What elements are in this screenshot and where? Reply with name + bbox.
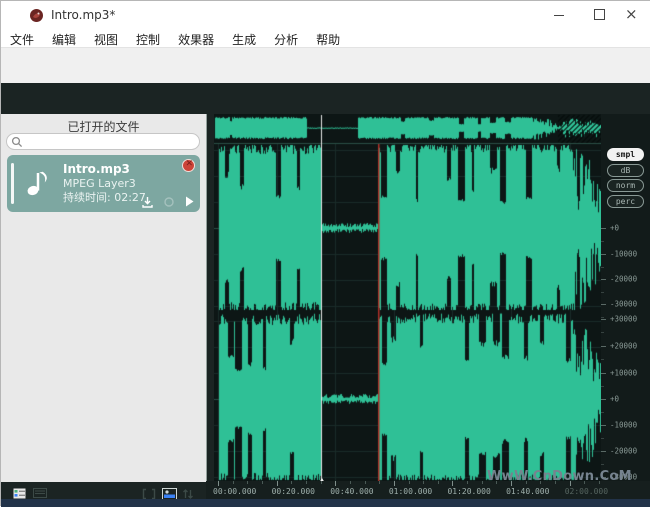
file-list-view-icon[interactable] xyxy=(13,488,26,499)
scale-mode-perc[interactable]: perc xyxy=(607,195,644,208)
amp-label: +0 xyxy=(610,395,619,404)
edit-toolbar xyxy=(1,83,650,114)
time-tick xyxy=(452,481,453,486)
amp-minor-tick xyxy=(601,464,604,465)
time-label: 00:00.000 xyxy=(213,487,256,496)
amp-minor-tick xyxy=(601,438,604,439)
amp-label: -20000 xyxy=(610,447,637,456)
time-tick xyxy=(409,481,410,484)
keyboard-view-icon[interactable] xyxy=(33,488,47,498)
close-button[interactable]: × xyxy=(616,1,650,27)
amp-tick xyxy=(601,304,606,305)
app-window: Intro.mp3* × 文件编辑视图控制效果器生成分析帮助 xyxy=(0,0,650,506)
time-tick xyxy=(277,481,278,486)
scale-mode-smpl[interactable]: smpl xyxy=(607,148,644,161)
file-close-button[interactable]: ✕ xyxy=(182,159,195,172)
file-loop-icon[interactable] xyxy=(163,196,175,208)
title-bar: Intro.mp3* × xyxy=(1,1,650,29)
time-tick xyxy=(467,481,468,484)
waveform-left-gutter xyxy=(206,114,214,481)
search-icon xyxy=(11,136,23,148)
amp-minor-tick xyxy=(601,332,604,333)
amp-label: -30000 xyxy=(610,300,637,309)
file-save-icon[interactable] xyxy=(142,196,153,208)
time-tick xyxy=(291,481,292,484)
amp-minor-tick xyxy=(601,267,604,268)
amp-minor-tick xyxy=(601,386,604,387)
amp-tick xyxy=(601,228,606,229)
time-label: 01:00.000 xyxy=(389,487,432,496)
waveform-canvas[interactable] xyxy=(214,114,601,481)
amp-minor-tick xyxy=(601,359,604,360)
amp-label: +0 xyxy=(610,224,619,233)
app-icon xyxy=(29,8,44,23)
time-tick xyxy=(321,481,322,484)
main-toolbar: i 44.1 kHz stereo -0000:0054.460 xyxy=(1,47,650,84)
time-tick xyxy=(262,481,263,484)
time-tick xyxy=(233,481,234,484)
time-label: 00:40.000 xyxy=(330,487,373,496)
file-play-icon[interactable] xyxy=(185,196,194,207)
time-tick xyxy=(306,481,307,484)
amp-minor-tick xyxy=(601,317,604,318)
amp-label: -10000 xyxy=(610,250,637,259)
file-name: Intro.mp3 xyxy=(63,162,146,177)
file-selected-indicator xyxy=(11,163,14,204)
amplitude-scale: smpl dB norm perc +0 -10000 -20000 -30000 +30000… xyxy=(601,114,650,481)
amp-tick xyxy=(601,254,606,255)
scale-mode-norm[interactable]: norm xyxy=(607,179,644,192)
window-title: Intro.mp3* xyxy=(51,8,115,22)
amp-tick xyxy=(601,346,606,347)
amp-tick xyxy=(601,425,606,426)
amp-minor-tick xyxy=(601,241,604,242)
watermark-text: WwW.CnDown.CoM xyxy=(487,469,632,484)
time-tick xyxy=(438,481,439,484)
maximize-button[interactable] xyxy=(582,1,616,27)
amp-tick xyxy=(601,373,606,374)
time-tick xyxy=(394,481,395,486)
minimize-button[interactable] xyxy=(542,1,576,27)
time-label: 01:40.000 xyxy=(506,487,549,496)
amp-label: -10000 xyxy=(610,421,637,430)
amp-label: +10000 xyxy=(610,369,637,378)
time-tick xyxy=(365,481,366,484)
time-tick xyxy=(335,481,336,486)
time-tick xyxy=(350,481,351,484)
file-search-input[interactable] xyxy=(6,133,200,150)
menu-bar: 文件编辑视图控制效果器生成分析帮助 xyxy=(1,29,650,47)
amp-tick xyxy=(601,279,606,280)
amp-minor-tick xyxy=(601,292,604,293)
amp-tick xyxy=(601,399,606,400)
file-duration: 持续时间: 02:27 xyxy=(63,191,146,205)
time-tick xyxy=(379,481,380,484)
files-sidebar: 已打开的文件 Intro.mp3 MPEG Layer3 持续时间: 02:27… xyxy=(1,114,206,482)
file-card-intro-mp3[interactable]: Intro.mp3 MPEG Layer3 持续时间: 02:27 ✕ xyxy=(7,155,200,212)
amp-label: +30000 xyxy=(610,315,637,324)
amp-label: -20000 xyxy=(610,275,637,284)
amp-minor-tick xyxy=(601,412,604,413)
amp-tick xyxy=(601,451,606,452)
scale-mode-dB[interactable]: dB xyxy=(607,164,644,177)
time-label: 00:20.000 xyxy=(272,487,315,496)
time-label: 02:00.000 xyxy=(565,487,608,496)
music-note-icon xyxy=(23,168,53,198)
time-tick xyxy=(218,481,219,486)
time-tick xyxy=(423,481,424,484)
file-format: MPEG Layer3 xyxy=(63,177,146,191)
amp-tick xyxy=(601,319,606,320)
time-tick xyxy=(247,481,248,484)
time-label: 01:20.000 xyxy=(447,487,490,496)
time-tick xyxy=(482,481,483,484)
amp-label: +20000 xyxy=(610,342,637,351)
